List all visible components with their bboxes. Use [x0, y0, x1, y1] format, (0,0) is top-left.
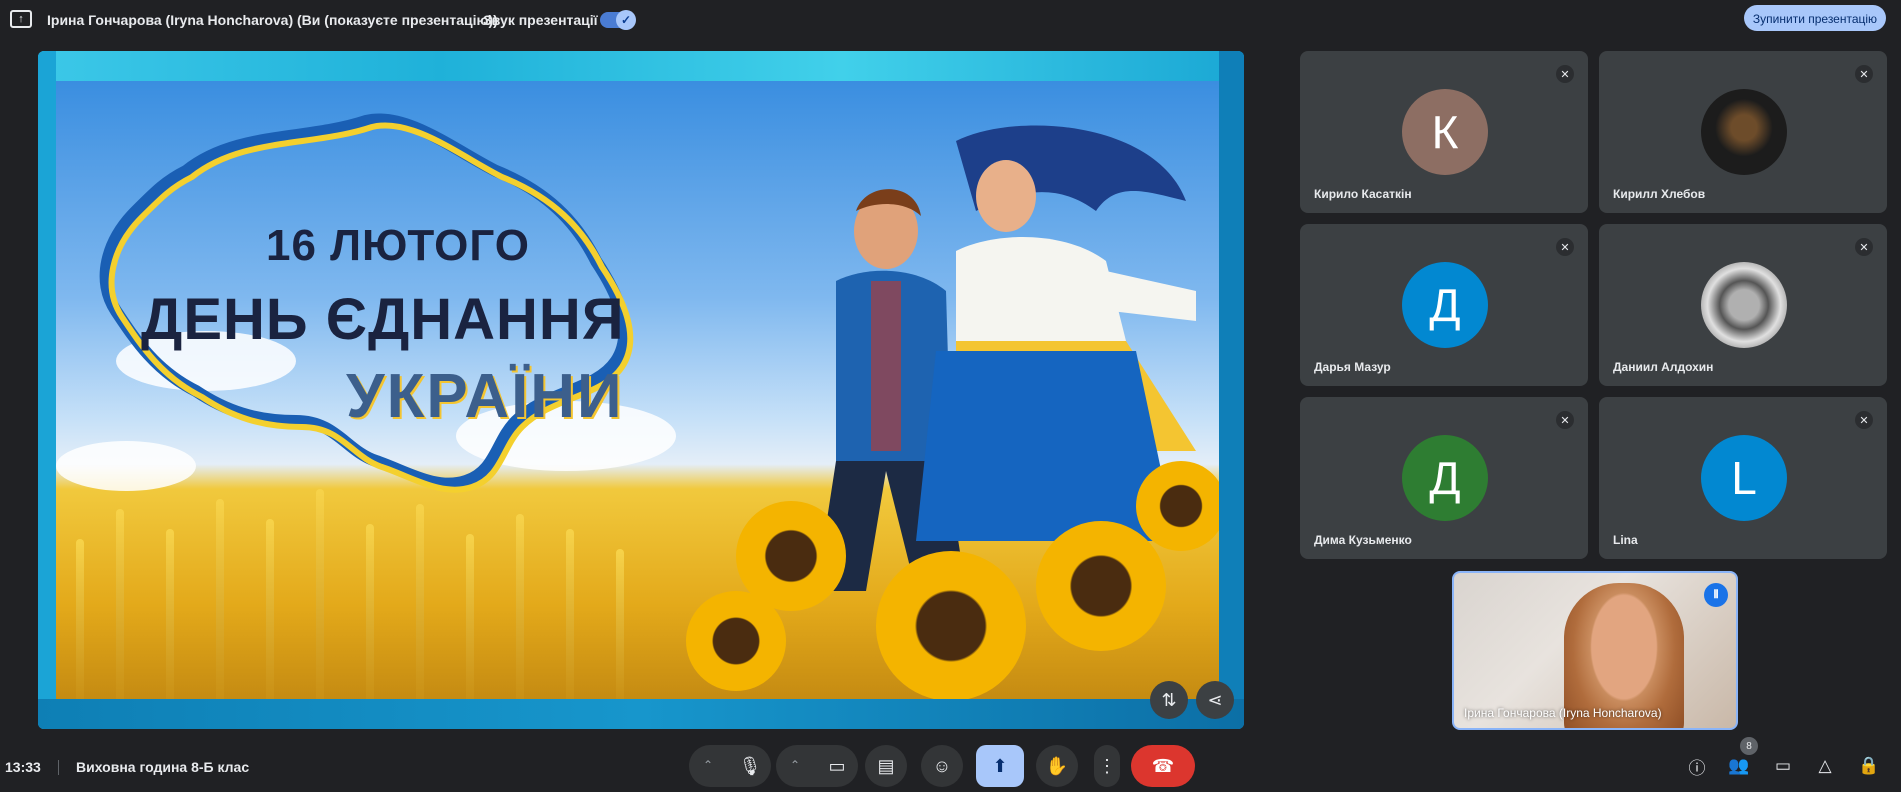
mic-off-icon: ✕ — [1556, 238, 1574, 256]
wheat-stalk — [76, 539, 84, 699]
slide-frame — [38, 51, 56, 729]
sunflower — [1136, 461, 1219, 551]
share-icon[interactable]: ⋖ — [1196, 681, 1234, 719]
avatar: Д — [1402, 262, 1488, 348]
avatar: Д — [1402, 435, 1488, 521]
mic-off-icon: ✕ — [1855, 65, 1873, 83]
participant-tile[interactable]: ✕ К Кирило Касаткін — [1300, 51, 1588, 213]
people-icon[interactable]: 👥 — [1726, 753, 1752, 779]
avatar-photo — [1701, 262, 1787, 348]
mic-off-icon: ✕ — [1855, 411, 1873, 429]
wheat-stalk — [616, 549, 624, 699]
speaking-indicator-icon: ⦀ — [1704, 583, 1728, 607]
participant-name: Кирило Касаткін — [1314, 187, 1412, 201]
meeting-name: Виховна година 8-Б клас — [76, 759, 250, 775]
more-vert-icon: ⋮ — [1098, 755, 1116, 776]
activities-icon[interactable]: △ — [1812, 753, 1838, 779]
captions-icon: ▤ — [877, 755, 895, 776]
emoji-icon: ☺ — [932, 755, 952, 776]
wheat-stalk — [266, 519, 274, 699]
wheat-stalk — [566, 529, 574, 699]
more-options-button[interactable]: ⋮ — [1094, 745, 1120, 787]
end-call-icon: ☎ — [1151, 755, 1175, 776]
end-call-button[interactable]: ☎ — [1131, 745, 1195, 787]
presenter-title: Ірина Гончарова (Iryna Honcharova) (Ви (… — [47, 12, 498, 28]
slide-frame — [1219, 51, 1244, 729]
avatar: L — [1701, 435, 1787, 521]
avatar-photo — [1701, 89, 1787, 175]
participant-tile[interactable]: ✕ Даниил Алдохин — [1599, 224, 1887, 386]
slide-frame — [38, 699, 1244, 729]
avatar: К — [1402, 89, 1488, 175]
participant-name: Lina — [1613, 533, 1638, 547]
meeting-time: 13:33 — [5, 759, 41, 775]
participant-name: Дарья Мазур — [1314, 360, 1391, 374]
participant-name: Кирилл Хлебов — [1613, 187, 1706, 201]
wheat-stalk — [366, 524, 374, 699]
participant-tile[interactable]: ✕ Д Дарья Мазур — [1300, 224, 1588, 386]
participant-tile[interactable]: ✕ Кирилл Хлебов — [1599, 51, 1887, 213]
mic-off-icon: ✕ — [1556, 411, 1574, 429]
self-view-tile[interactable]: ⦀ Ірина Гончарова (Iryna Honcharova) — [1452, 571, 1738, 730]
chevron-up-icon[interactable]: ⌃ — [703, 758, 713, 772]
wheat-stalk — [466, 534, 474, 699]
participant-name: Даниил Алдохин — [1613, 360, 1714, 374]
slide-subtitle-text: УКРАЇНИ — [346, 362, 624, 431]
sunflower — [876, 551, 1026, 699]
presentation-sound-toggle[interactable]: ✓ — [600, 10, 636, 30]
slide-date-text: 16 ЛЮТОГО — [266, 221, 530, 270]
present-button[interactable]: ⬆ — [976, 745, 1024, 787]
presentation-sound-label: Звук презентації — [483, 12, 598, 28]
camera-control-group: ⌃ ▭ — [776, 745, 858, 787]
mic-off-icon: ✕ — [1556, 65, 1574, 83]
raise-hand-button[interactable]: ✋ — [1036, 745, 1078, 787]
presentation-slide: 16 ЛЮТОГО ДЕНЬ ЄДНАННЯ УКРАЇНИ ⇅ ⋖ — [38, 51, 1244, 729]
top-bar: ↑ Ірина Гончарова (Iryna Honcharova) (Ви… — [0, 0, 1901, 40]
emoji-button[interactable]: ☺ — [921, 745, 963, 787]
divider — [58, 760, 59, 775]
slide-title-text: ДЕНЬ ЄДНАННЯ — [141, 287, 625, 352]
self-name: Ірина Гончарова (Iryna Honcharova) — [1464, 706, 1662, 720]
participant-count-badge: 8 — [1740, 737, 1758, 755]
stop-presenting-button[interactable]: Зупинити презентацію — [1744, 5, 1886, 31]
host-controls-icon[interactable]: 🔒 — [1856, 753, 1882, 779]
camera-icon[interactable]: ▭ — [816, 745, 858, 787]
microphone-icon[interactable]: 🎙 — [729, 745, 771, 787]
wheat-stalk — [316, 489, 324, 699]
wheat-stalk — [416, 504, 424, 699]
raise-hand-icon: ✋ — [1045, 755, 1069, 776]
presentation-icon: ↑ — [10, 10, 32, 28]
chevron-up-icon[interactable]: ⌃ — [790, 758, 800, 772]
wheat-stalk — [116, 509, 124, 699]
chat-icon[interactable]: ▭ — [1770, 753, 1796, 779]
wheat-stalk — [166, 529, 174, 699]
sunflower — [686, 591, 786, 691]
wheat-stalk — [216, 499, 224, 699]
check-icon: ✓ — [616, 10, 636, 30]
mic-control-group: ⌃ 🎙 — [689, 745, 771, 787]
slide-frame — [38, 51, 1244, 81]
slide-artwork: 16 ЛЮТОГО ДЕНЬ ЄДНАННЯ УКРАЇНИ — [56, 81, 1219, 699]
sunflower — [1036, 521, 1166, 651]
participant-tile[interactable]: ✕ Д Дима Кузьменко — [1300, 397, 1588, 559]
swap-layout-icon[interactable]: ⇅ — [1150, 681, 1188, 719]
present-screen-icon: ⬆ — [992, 755, 1008, 776]
wheat-stalk — [516, 514, 524, 699]
mic-off-icon: ✕ — [1855, 238, 1873, 256]
participant-name: Дима Кузьменко — [1314, 533, 1412, 547]
participant-tile[interactable]: ✕ L Lina — [1599, 397, 1887, 559]
captions-button[interactable]: ▤ — [865, 745, 907, 787]
info-icon[interactable]: ⓘ — [1684, 753, 1710, 779]
